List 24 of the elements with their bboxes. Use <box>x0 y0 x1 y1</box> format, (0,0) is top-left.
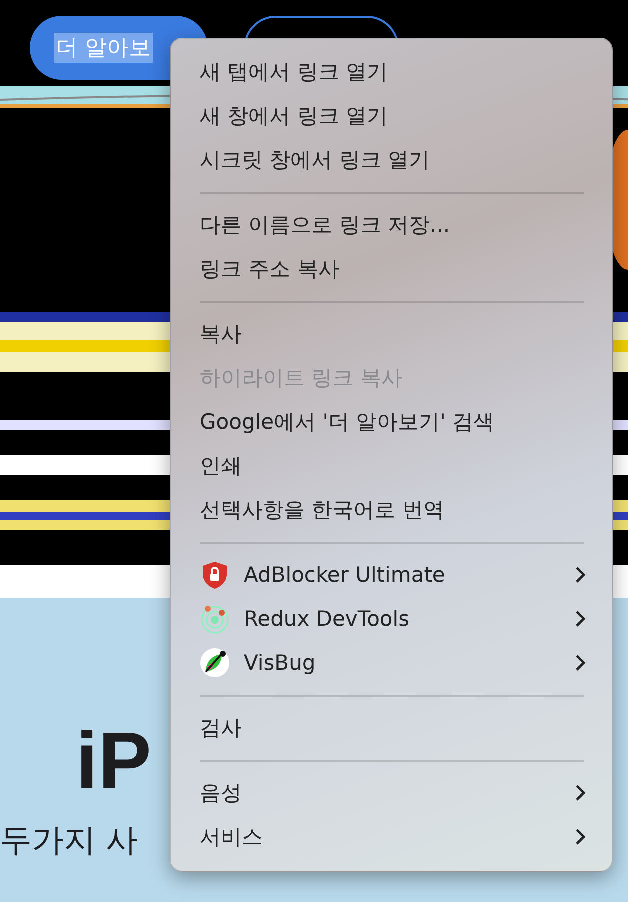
menu-item[interactable]: VisBug <box>171 641 612 685</box>
leaf-icon <box>200 648 230 678</box>
chevron-right-icon <box>574 566 586 584</box>
menu-item[interactable]: 선택사항을 한국어로 번역 <box>171 488 612 532</box>
menu-item[interactable]: 인쇄 <box>171 444 612 488</box>
menu-item[interactable]: 시크릿 창에서 링크 열기 <box>171 138 612 182</box>
menu-item[interactable]: 서비스 <box>171 815 612 859</box>
menu-item[interactable]: 다른 이름으로 링크 저장... <box>171 203 612 247</box>
menu-item[interactable]: 검사 <box>171 706 612 750</box>
chevron-right-icon <box>574 610 586 628</box>
headline: iP <box>76 716 152 806</box>
menu-item[interactable]: AdBlocker Ultimate <box>171 553 612 597</box>
shield-lock-icon <box>200 560 230 590</box>
menu-item[interactable]: 복사 <box>171 312 612 356</box>
menu-item[interactable]: 새 창에서 링크 열기 <box>171 94 612 138</box>
chevron-right-icon <box>574 784 586 802</box>
rings-icon <box>200 604 230 634</box>
menu-item[interactable]: 음성 <box>171 771 612 815</box>
menu-item[interactable]: Redux DevTools <box>171 597 612 641</box>
chevron-right-icon <box>574 828 586 846</box>
menu-item[interactable]: Google에서 '더 알아보기' 검색 <box>171 400 612 444</box>
menu-item[interactable]: 링크 주소 복사 <box>171 247 612 291</box>
subtitle: 두가지 사 <box>0 820 138 860</box>
chevron-right-icon <box>574 654 586 672</box>
